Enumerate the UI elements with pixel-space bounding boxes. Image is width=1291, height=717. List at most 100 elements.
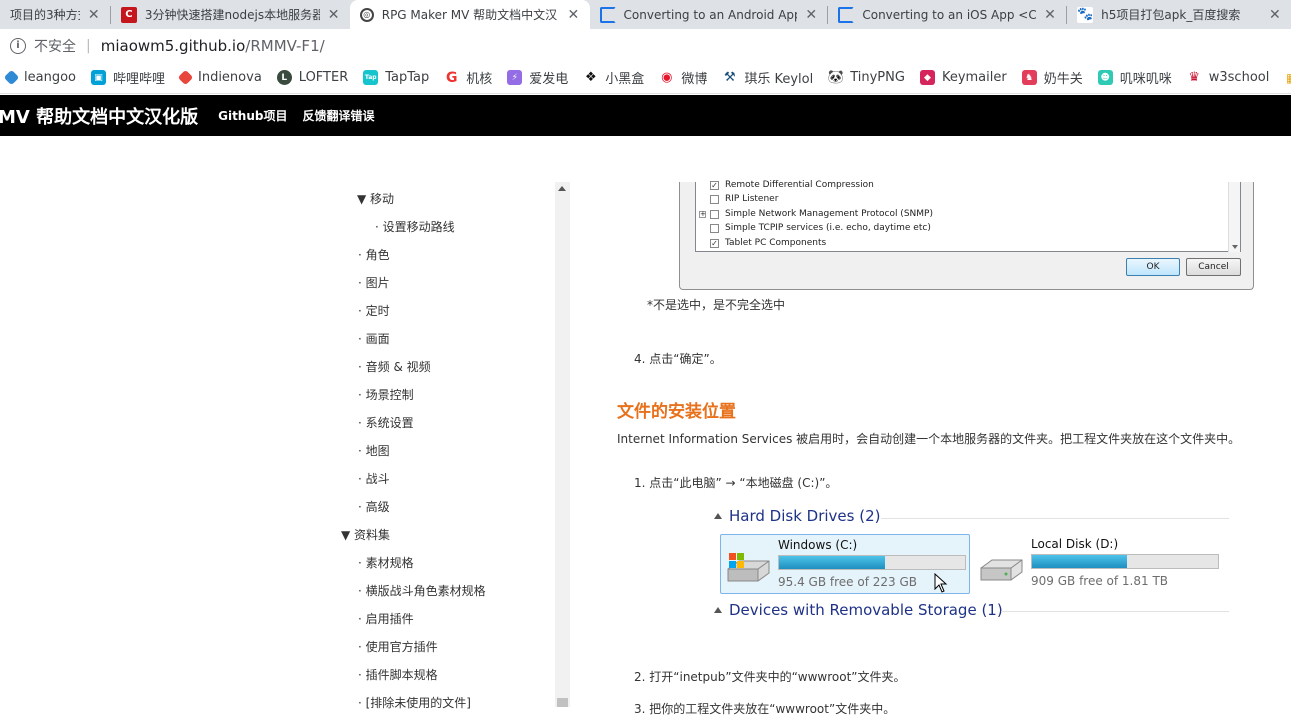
bookmark-cowlevel[interactable]: ♞ 奶牛关 <box>1021 68 1083 87</box>
bookmark-label: 哔哩哔哩 <box>112 72 165 87</box>
bookmark-taptap[interactable]: Tap TapTap <box>363 70 429 85</box>
drive-name: Local Disk (D:) <box>1031 537 1119 551</box>
bookmark-weibo[interactable]: ◉ 微博 <box>659 68 707 87</box>
nav-feedback-link[interactable]: 反馈翻译错误 <box>303 107 375 124</box>
tab-title: RPG Maker MV 帮助文档中文汉 <box>381 8 558 22</box>
windows-drive-icon <box>727 553 770 582</box>
nav-github-link[interactable]: Github项目 <box>218 107 287 124</box>
sidebar-item-asset-specs[interactable]: · 素材规格 <box>358 554 414 571</box>
security-label: 不安全 <box>34 38 76 55</box>
keylol-icon: ⚒ <box>722 70 738 85</box>
checkbox <box>710 223 719 233</box>
bookmark-jimijimi[interactable]: ☻ 叽咪叽咪 <box>1097 68 1172 87</box>
url-text[interactable]: miaowm5.github.io/RMMV-F1/ <box>101 37 325 55</box>
tab-item[interactable]: C 3分钟快速搭建nodejs本地服务器 ✕ <box>111 0 350 29</box>
bookmark-tinypng[interactable]: 🐼 TinyPNG <box>828 70 905 85</box>
bookmark-gcores[interactable]: G 机核 <box>444 68 492 87</box>
sidebar-item-move-route[interactable]: · 设置移动路线 <box>375 218 455 235</box>
bookmark-label: TinyPNG <box>850 70 905 85</box>
expand-icon: + <box>699 209 706 218</box>
list-scrollbar <box>1228 182 1240 252</box>
bookmark-keylol[interactable]: ⚒ 琪乐 Keylol <box>722 68 813 87</box>
scroll-down-arrow-icon <box>1232 245 1238 249</box>
scroll-thumb[interactable] <box>557 698 568 707</box>
feature-item: ✓ Remote Differential Compression <box>710 180 874 190</box>
loading-spinner-icon <box>838 6 855 23</box>
leangoo-icon <box>3 69 20 86</box>
cnblogs-icon: C <box>120 6 137 23</box>
xiaoheihe-icon: ❖ <box>583 70 599 85</box>
tab-item[interactable]: 🐾 h5项目打包apk_百度搜索 ✕ <box>1067 0 1291 29</box>
feature-item: + Simple Network Management Protocol (SNM… <box>699 209 933 219</box>
sidebar-item-sv-battler-specs[interactable]: · 横版战斗角色素材规格 <box>358 582 486 599</box>
close-icon[interactable]: ✕ <box>1044 7 1056 23</box>
sidebar-item-plugin-specs[interactable]: · 插件脚本规格 <box>358 666 438 683</box>
scroll-up-arrow-icon[interactable] <box>558 186 566 191</box>
tab-item[interactable]: Converting to an iOS App <Cr ✕ <box>828 0 1066 29</box>
bookmark-label: TapTap <box>385 70 430 85</box>
mouse-cursor-icon <box>934 573 948 593</box>
sidebar-item-exclude-unused[interactable]: · [排除未使用的文件] <box>358 694 471 711</box>
bookmark-label: 奶牛关 <box>1043 72 1083 87</box>
close-icon[interactable]: ✕ <box>805 7 817 23</box>
checkbox: ✓ <box>710 238 719 248</box>
sidebar-item-system-settings[interactable]: · 系统设置 <box>358 414 414 431</box>
drive-d: Local Disk (D:) 909 GB free of 1.81 TB <box>974 534 1224 594</box>
bookmark-keymailer[interactable]: ◆ Keymailer <box>919 70 1007 85</box>
bookmark-lofter[interactable]: L LOFTER <box>276 70 348 85</box>
group-removable: Devices with Removable Storage (1) <box>714 601 1003 619</box>
step-1: 1. 点击“此电脑” → “本地磁盘 (C:)”。 <box>634 476 838 490</box>
bookmark-label: 机核 <box>466 72 493 87</box>
tab-item[interactable]: 项目的3种方式 ✕ <box>0 0 110 29</box>
sidebar-item-battle[interactable]: · 战斗 <box>358 470 390 487</box>
sidebar-item-enable-plugins[interactable]: · 启用插件 <box>358 610 414 627</box>
site-title[interactable]: MV 帮助文档中文汉化版 <box>0 103 198 129</box>
bookmark-indienova[interactable]: Indienova <box>177 69 262 86</box>
close-icon[interactable]: ✕ <box>568 7 580 23</box>
tab-title: Converting to an iOS App <Cr <box>862 7 1037 22</box>
step-4: 4. 点击“确定”。 <box>634 352 722 366</box>
sidebar-item-resources[interactable]: ▼ 资料集 <box>341 526 390 543</box>
bookmark-label: w3school <box>1208 70 1270 85</box>
close-icon[interactable]: ✕ <box>328 7 340 23</box>
tab-title: 3分钟快速搭建nodejs本地服务器 <box>144 8 320 22</box>
bookmark-afdian[interactable]: ⚡ 爱发电 <box>507 68 568 87</box>
tab-title: h5项目打包apk_百度搜索 <box>1101 8 1241 22</box>
url-host: miaowm5.github.io <box>100 36 246 55</box>
close-icon[interactable]: ✕ <box>88 7 100 23</box>
tab-title: 项目的3种方式 <box>10 8 80 22</box>
sidebar-item-audio-video[interactable]: · 音频 & 视频 <box>358 358 431 375</box>
drive-c: Windows (C:) 95.4 GB free of 223 GB <box>720 534 970 594</box>
bookmark-label: 小黑盒 <box>605 72 645 87</box>
sidebar-item-advanced[interactable]: · 高级 <box>358 498 390 515</box>
tab-item[interactable]: Converting to an Android App ✕ <box>590 0 828 29</box>
sidebar-item-official-plugins[interactable]: · 使用官方插件 <box>358 638 438 655</box>
collapse-triangle-icon <box>714 513 722 519</box>
bookmark-xiaoheihe[interactable]: ❖ 小黑盒 <box>583 68 644 87</box>
url-path: /RMMV-F1/ <box>245 36 325 55</box>
ok-button: OK <box>1126 258 1180 276</box>
hard-drive-icon <box>980 559 1023 581</box>
step-2: 2. 打开“inetpub”文件夹中的“wwwroot”文件夹。 <box>634 670 906 684</box>
sidebar-item-move[interactable]: ▼ 移动 <box>357 190 394 207</box>
sidebar-item-scene-control[interactable]: · 场景控制 <box>358 386 414 403</box>
sidebar-scrollbar[interactable] <box>555 182 570 707</box>
bookmark-apps[interactable]: ▦ <box>1284 70 1291 85</box>
tab-strip: 项目的3种方式 ✕ C 3分钟快速搭建nodejs本地服务器 ✕ ◎ RPG M… <box>0 0 1291 29</box>
sidebar-item-screen[interactable]: · 画面 <box>358 330 390 347</box>
bookmark-leangoo[interactable]: leangoo <box>3 69 76 86</box>
bookmark-bilibili[interactable]: ▣ 哔哩哔哩 <box>90 68 165 87</box>
checkbox <box>710 194 719 204</box>
sidebar-item-character[interactable]: · 角色 <box>358 246 390 263</box>
close-icon[interactable]: ✕ <box>1269 7 1281 23</box>
sidebar-item-picture[interactable]: · 图片 <box>358 274 390 291</box>
sidebar-item-timer[interactable]: · 定时 <box>358 302 390 319</box>
bookmark-w3school[interactable]: ♛ w3school <box>1186 70 1270 85</box>
drive-usage-bar <box>1031 554 1219 569</box>
features-list: ✓ Remote Differential Compression RIP Lis… <box>695 180 1241 252</box>
address-bar[interactable]: i 不安全 | miaowm5.github.io/RMMV-F1/ <box>0 29 1291 62</box>
bookmarks-bar: leangoo ▣ 哔哩哔哩 Indienova L LOFTER Tap TapTa… <box>0 62 1291 94</box>
tab-item-active[interactable]: ◎ RPG Maker MV 帮助文档中文汉 ✕ <box>349 0 590 29</box>
sidebar-item-map[interactable]: · 地图 <box>358 442 390 459</box>
info-icon[interactable]: i <box>10 37 26 54</box>
